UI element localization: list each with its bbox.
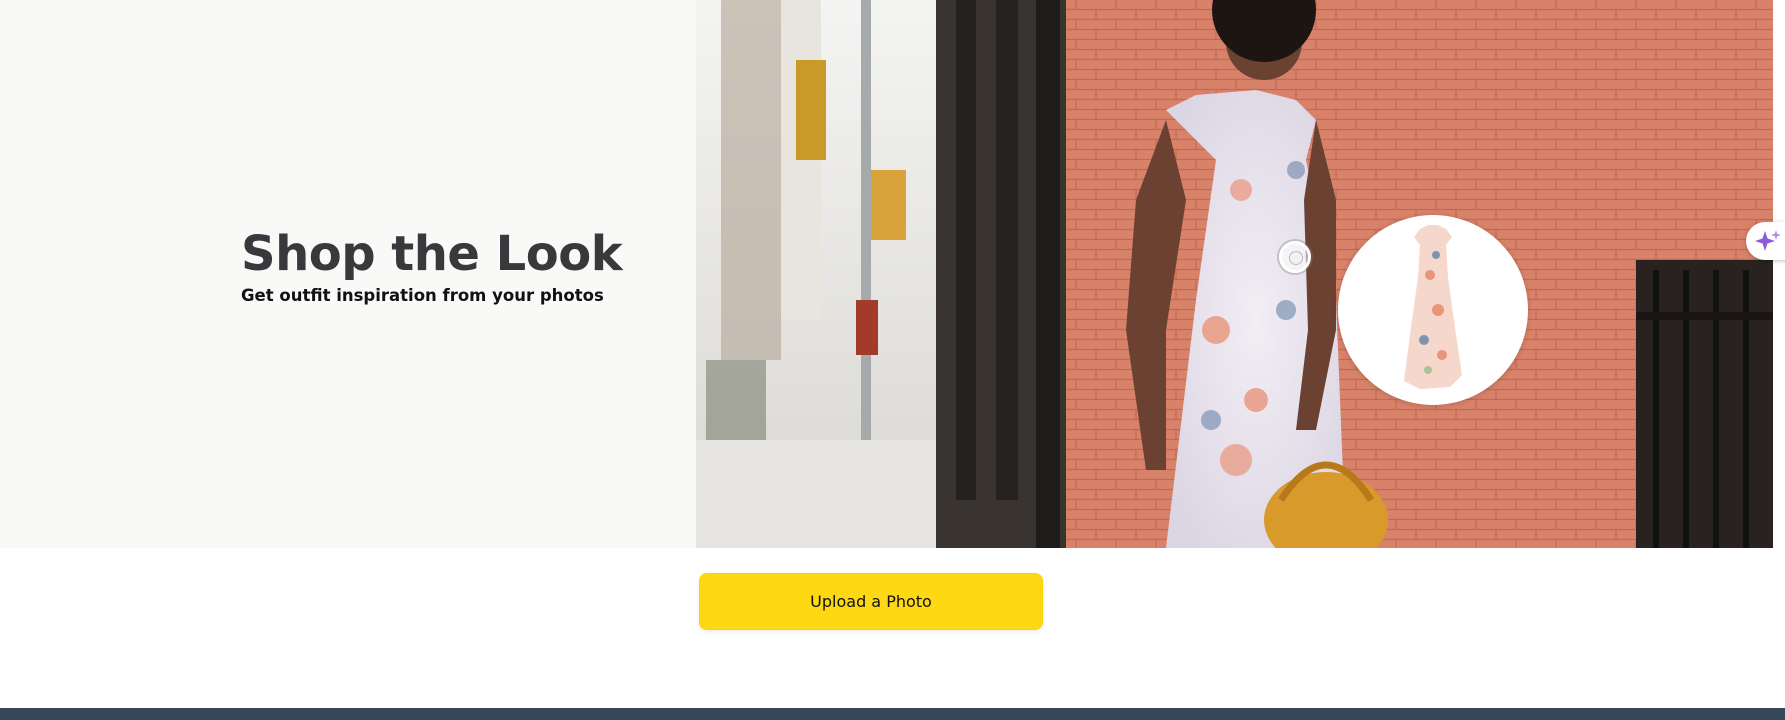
upload-photo-button[interactable]: Upload a Photo — [699, 573, 1043, 630]
dress-product-icon — [1404, 225, 1462, 389]
shop-the-look-hero: Shop the Look Get outfit inspiration fro… — [0, 0, 1785, 548]
hero-text-panel: Shop the Look Get outfit inspiration fro… — [0, 0, 696, 548]
hero-subtitle: Get outfit inspiration from your photos — [241, 286, 604, 305]
product-thumbnail-bubble[interactable] — [1338, 215, 1528, 405]
footer-bar — [0, 708, 1785, 720]
hero-title: Shop the Look — [241, 226, 623, 282]
sparkle-icon — [1755, 230, 1781, 251]
hero-lifestyle-photo — [696, 0, 1773, 548]
ai-assistant-button[interactable] — [1746, 222, 1785, 260]
product-hotspot-dot[interactable] — [1279, 241, 1311, 273]
